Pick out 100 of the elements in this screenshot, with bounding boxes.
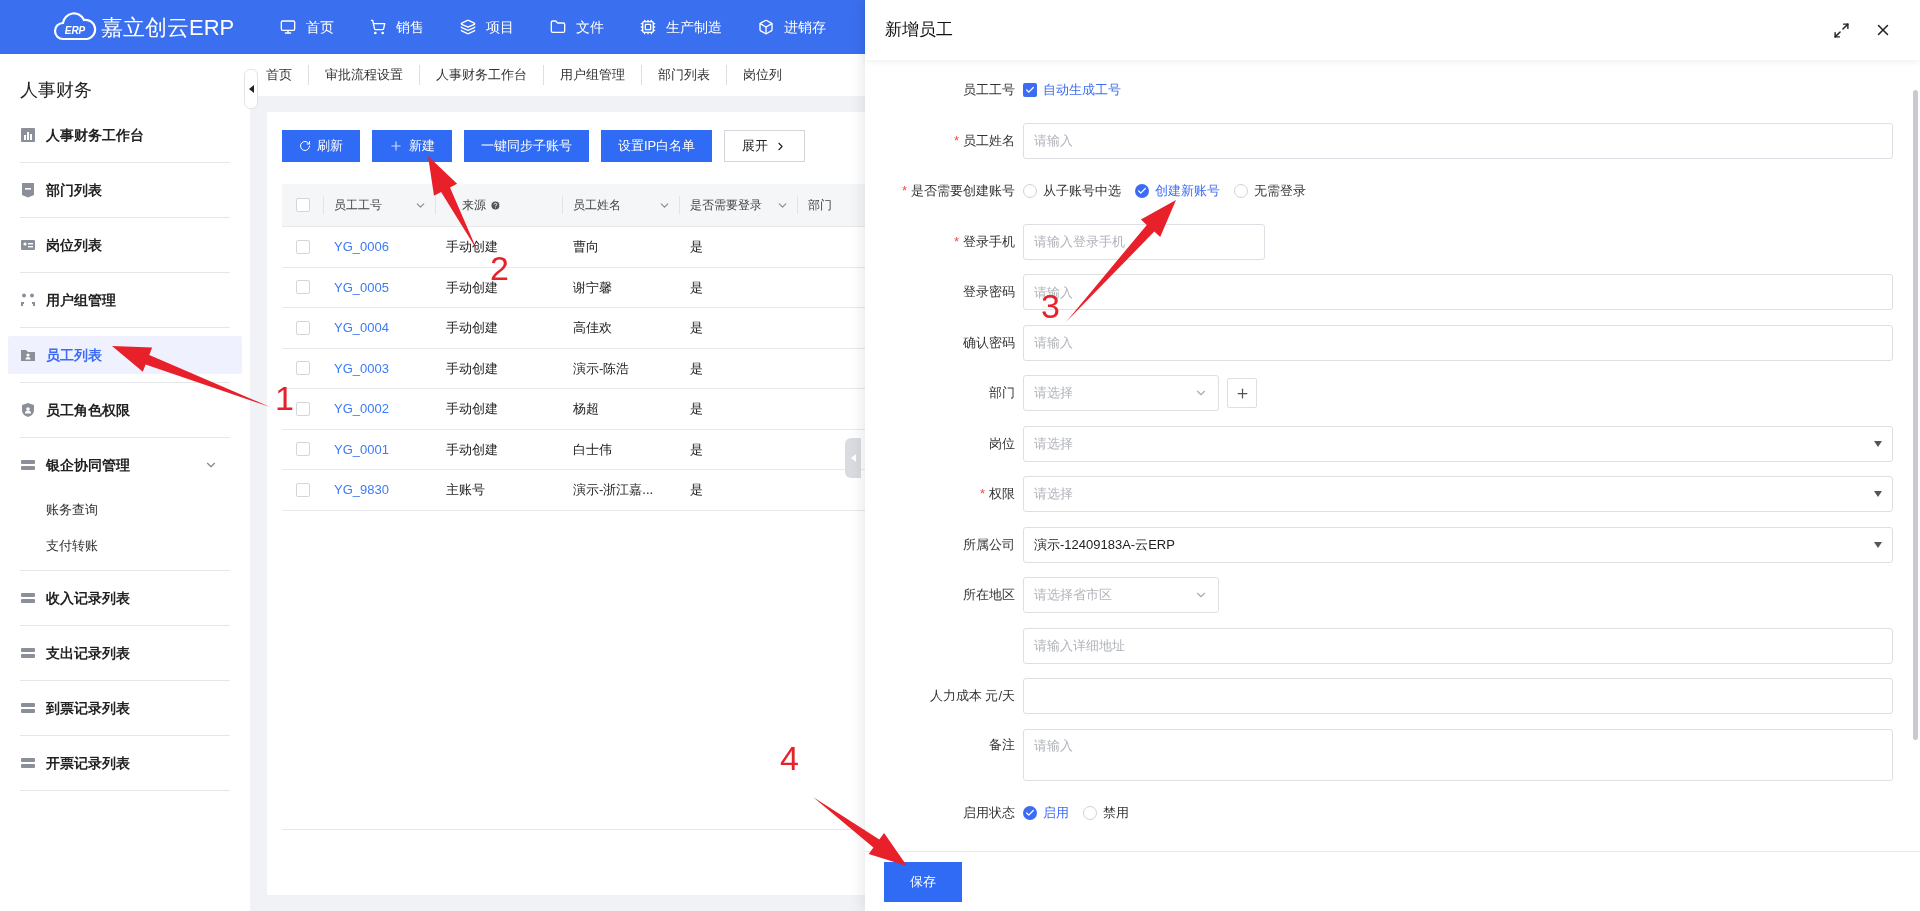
nav-item[interactable]: 文件 bbox=[550, 16, 604, 38]
collapse-handle[interactable] bbox=[244, 69, 258, 109]
employee-id-link[interactable]: YG_0006 bbox=[334, 239, 389, 254]
required-mark: * bbox=[953, 232, 959, 251]
input-field[interactable]: 请输入 bbox=[1023, 324, 1893, 361]
checkbox[interactable] bbox=[295, 280, 310, 295]
radio-option[interactable]: 启用 bbox=[1023, 803, 1069, 823]
radio-option[interactable]: 禁用 bbox=[1083, 803, 1129, 823]
action-button[interactable]: 设置IP白名单 bbox=[601, 130, 713, 162]
page-tab[interactable]: 用户组管理 bbox=[560, 65, 625, 85]
required-mark: * bbox=[901, 182, 907, 201]
sidebar-item[interactable]: 员工列表 bbox=[8, 336, 242, 374]
plus-icon bbox=[389, 139, 403, 153]
input-field[interactable]: 请输入 bbox=[1023, 122, 1893, 159]
page-tab[interactable]: 部门列表 bbox=[658, 65, 710, 85]
folder-icon bbox=[550, 19, 566, 35]
sidebar-item[interactable]: 部门列表 bbox=[8, 171, 242, 209]
checkbox[interactable] bbox=[1023, 83, 1037, 97]
radio-option[interactable]: 无需登录 bbox=[1234, 181, 1306, 201]
select-field[interactable]: 演示-12409183A-云ERP bbox=[1023, 526, 1893, 563]
save-button[interactable]: 保存 bbox=[884, 861, 962, 902]
table-cell: 是 bbox=[690, 239, 703, 254]
new-button[interactable]: 新建 bbox=[372, 130, 452, 162]
page-tab[interactable]: 审批流程设置 bbox=[325, 65, 403, 85]
scrollbar[interactable] bbox=[1913, 90, 1918, 740]
sidebar-item[interactable]: 开票记录列表 bbox=[8, 744, 242, 782]
nav-item[interactable]: 首页 bbox=[280, 16, 334, 38]
input-field[interactable] bbox=[1023, 678, 1893, 714]
radio-option[interactable]: 创建新账号 bbox=[1135, 181, 1220, 201]
required-mark: * bbox=[953, 131, 959, 150]
checkbox[interactable] bbox=[295, 401, 310, 416]
nav-item[interactable]: 销售 bbox=[370, 16, 424, 38]
card-icon bbox=[20, 755, 36, 771]
textarea-field[interactable]: 请输入 bbox=[1023, 728, 1893, 781]
sidebar-item[interactable]: 岗位列表 bbox=[8, 226, 242, 264]
field-label: 人力成本 元/天 bbox=[929, 687, 1015, 706]
sidebar-item[interactable]: 员工角色权限 bbox=[8, 391, 242, 429]
table-cell: 是 bbox=[690, 279, 703, 295]
employee-id-link[interactable]: YG_0004 bbox=[334, 320, 389, 335]
table-cell: 手动创建 bbox=[446, 239, 498, 254]
employee-id-link[interactable]: YG_0005 bbox=[334, 279, 389, 295]
side-handle[interactable] bbox=[845, 438, 861, 478]
sidebar-item[interactable]: 用户组管理 bbox=[8, 281, 242, 319]
sidebar-subitem[interactable]: 支付转账 bbox=[46, 528, 98, 564]
action-button[interactable]: 一键同步子账号 bbox=[464, 130, 589, 162]
logo-text: 嘉立创云ERP bbox=[101, 13, 235, 42]
checkbox[interactable] bbox=[295, 239, 310, 254]
card-icon bbox=[20, 590, 36, 606]
plus-icon bbox=[1234, 385, 1250, 401]
employee-id-link[interactable]: YG_0001 bbox=[334, 441, 389, 457]
page-tab[interactable]: 首页 bbox=[266, 65, 292, 85]
annotation-number: 2 bbox=[490, 255, 509, 281]
table-cell: 是 bbox=[690, 360, 703, 376]
field-label: 员工工号 bbox=[963, 81, 1015, 100]
page-tab[interactable]: 岗位列 bbox=[743, 65, 782, 85]
employee-id-link[interactable]: YG_9830 bbox=[334, 482, 389, 497]
checkbox[interactable] bbox=[295, 361, 310, 376]
checkbox-option[interactable]: 自动生成工号 bbox=[1023, 80, 1121, 100]
expand-button[interactable]: 展开 bbox=[724, 130, 806, 162]
checkbox[interactable] bbox=[295, 320, 310, 335]
users-icon bbox=[20, 292, 36, 308]
sidebar-item[interactable]: 银企协同管理 bbox=[8, 446, 242, 484]
sidebar-item[interactable]: 收入记录列表 bbox=[8, 579, 242, 617]
refresh-button[interactable]: 刷新 bbox=[282, 130, 360, 162]
input-field[interactable]: 请输入详细地址 bbox=[1023, 627, 1893, 664]
nav-item[interactable]: 生产制造 bbox=[640, 16, 722, 38]
triangle-left-icon bbox=[248, 85, 254, 93]
employee-id-link[interactable]: YG_0003 bbox=[334, 360, 389, 376]
check-icon bbox=[1025, 808, 1035, 818]
table-cell: 是 bbox=[690, 401, 703, 416]
expand-icon[interactable] bbox=[1833, 21, 1850, 39]
field-label: 确认密码 bbox=[963, 333, 1015, 352]
logo-icon: ERP bbox=[53, 12, 97, 42]
table-cell: 手动创建 bbox=[446, 320, 498, 335]
checkbox[interactable] bbox=[295, 482, 310, 497]
checkbox[interactable] bbox=[295, 442, 310, 457]
nav-item[interactable]: 进销存 bbox=[758, 16, 826, 38]
field-label: 是否需要创建账号 bbox=[911, 182, 1015, 201]
input-field[interactable]: 请输入登录手机 bbox=[1023, 223, 1265, 260]
sidebar-item[interactable]: 支出记录列表 bbox=[8, 634, 242, 672]
table-cell: 手动创建 bbox=[446, 441, 498, 457]
page-tab[interactable]: 人事财务工作台 bbox=[436, 65, 527, 85]
radio-option[interactable]: 从子账号中选 bbox=[1023, 181, 1121, 201]
column-header: 是否需要登录 bbox=[690, 197, 762, 214]
table-cell: 手动创建 bbox=[446, 401, 498, 416]
table-cell: 主账号 bbox=[446, 482, 485, 497]
sidebar-item[interactable]: 人事财务工作台 bbox=[8, 116, 242, 154]
field-label: 权限 bbox=[989, 485, 1015, 504]
field-label: 启用状态 bbox=[963, 804, 1015, 823]
add-button[interactable] bbox=[1227, 378, 1257, 408]
employee-id-link[interactable]: YG_0002 bbox=[334, 401, 389, 416]
sidebar-subitem[interactable]: 账务查询 bbox=[46, 492, 98, 528]
annotation-number: 4 bbox=[780, 745, 799, 771]
checkbox[interactable] bbox=[295, 198, 310, 212]
annotation-number: 1 bbox=[275, 385, 294, 411]
sidebar-item[interactable]: 到票记录列表 bbox=[8, 689, 242, 727]
nav-item[interactable]: 项目 bbox=[460, 16, 514, 38]
column-header: 员工姓名 bbox=[573, 197, 621, 214]
card-icon bbox=[20, 645, 36, 661]
table-cell: 曹向 bbox=[573, 239, 599, 254]
